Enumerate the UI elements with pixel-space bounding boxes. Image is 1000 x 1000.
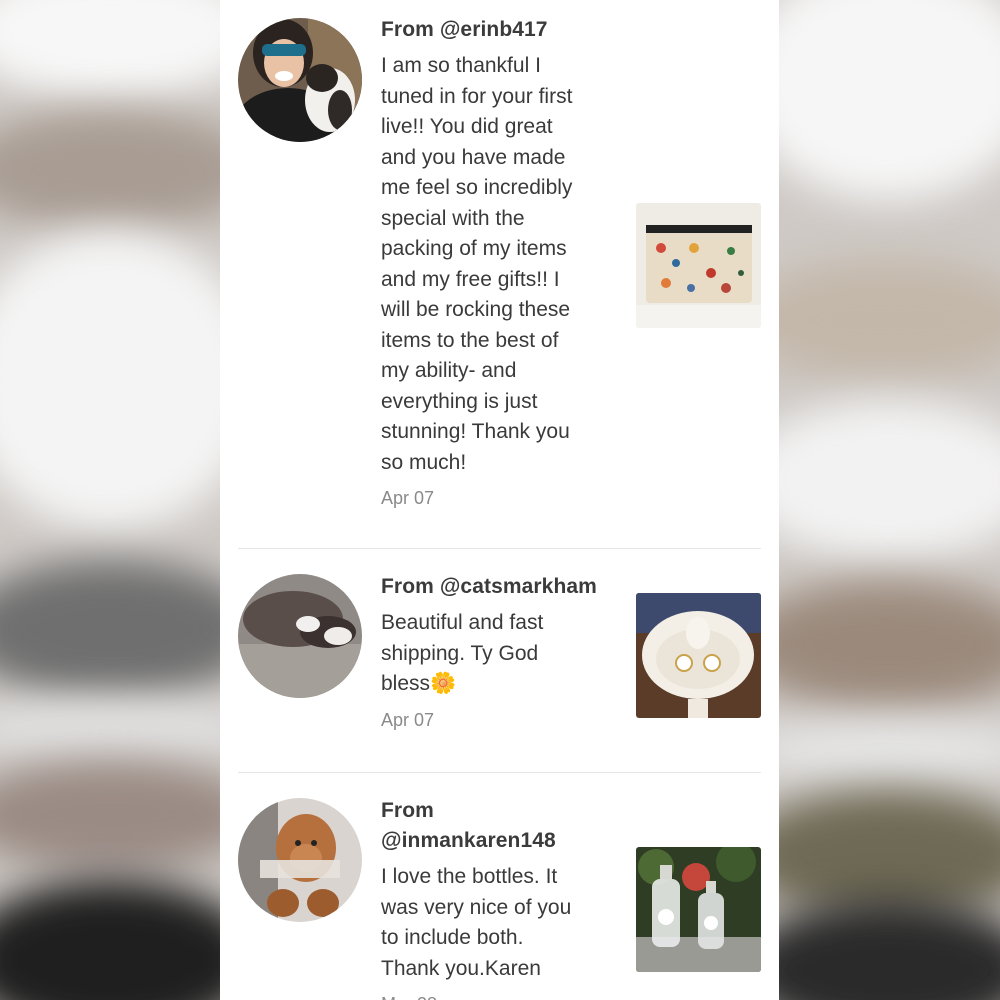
review-content: From @catsmarkham Beautiful and fast shi… [381,572,621,732]
reviewer-username[interactable]: From @erinb417 [381,15,621,45]
woman-with-dog-avatar[interactable] [238,18,362,142]
review-date: Apr 07 [381,709,435,730]
review-text: Beautiful and fast shipping. Ty God bles… [381,611,544,695]
glass-bottles-photo[interactable] [636,847,761,972]
blurred-background-right [779,0,1000,1000]
puppy-avatar[interactable] [238,798,362,922]
blurred-background-left [0,0,220,1000]
review-date: Mar 28 [381,992,621,1000]
review-content: From @inmankaren148 I love the bottles. … [381,796,621,1000]
floral-pouch-photo[interactable] [636,203,761,328]
reviewer-username[interactable]: From @catsmarkham [381,572,621,602]
sleeping-dog-avatar[interactable] [238,574,362,698]
review-content: From @erinb417 I am so thankful I tuned … [381,15,621,510]
ring-dish-earrings-photo[interactable] [636,593,761,718]
review-text: I am so thankful I tuned in for your fir… [381,54,573,474]
review-divider [238,548,761,549]
reviews-panel: From @erinb417 I am so thankful I tuned … [220,0,779,1000]
reviewer-username[interactable]: From @inmankaren148 [381,796,621,856]
review-date: Apr 07 [381,488,435,508]
review-divider [238,772,761,773]
review-text: I love the bottles. It was very nice of … [381,865,572,980]
